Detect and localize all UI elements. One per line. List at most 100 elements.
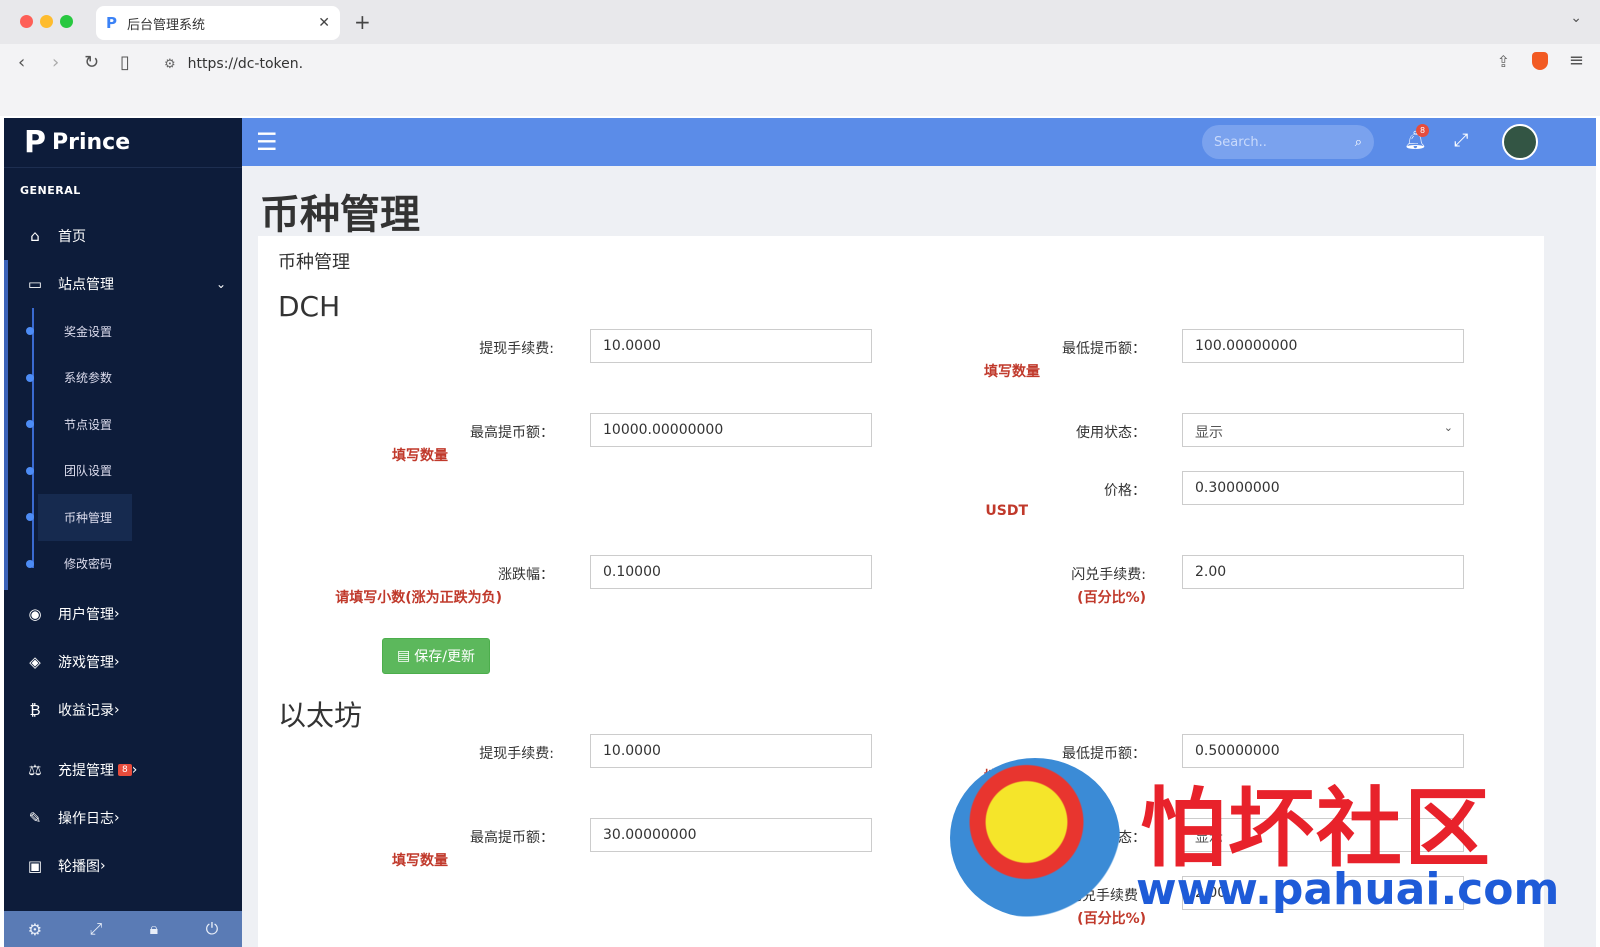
status-select[interactable]: 显示 ⌄ [1182, 413, 1464, 447]
sidebar-subitem-label: 修改密码 [64, 557, 113, 572]
sidebar-item-earnings[interactable]: ₿ 收益记录 › [4, 686, 242, 734]
minimize-window-icon[interactable] [40, 15, 53, 28]
search-input[interactable]: Search.. ⌕ [1202, 125, 1374, 159]
sidebar-subitem-password[interactable]: 修改密码 [26, 541, 242, 588]
withdraw-fee-input[interactable]: 10.0000 [590, 329, 872, 363]
max-withdraw-hint: 填写数量 [392, 448, 448, 464]
status-label: 使用状态： [1076, 830, 1146, 846]
back-icon[interactable]: ‹ [18, 52, 25, 73]
chevron-down-icon: ⌄ [1443, 421, 1453, 434]
min-withdraw-hint: 填写数量 [984, 769, 1040, 785]
sidebar-section-label: GENERAL [20, 184, 81, 197]
sidebar-item-label: 站点管理 [58, 277, 114, 293]
home-icon: ⌂ [30, 227, 40, 245]
brave-shield-icon[interactable] [1532, 52, 1548, 70]
sidebar-item-carousel[interactable]: ▣ 轮播图 › [4, 842, 242, 890]
brand-logo[interactable]: P Prince [4, 118, 242, 168]
sidebar-subitem-bonus[interactable]: 奖金设置 [26, 308, 242, 355]
lock-icon[interactable]: 🔒︎ [150, 919, 159, 939]
price-hint: USDT [985, 503, 1028, 519]
currency-card: 币种管理 DCH 提现手续费: 10.0000 最低提币额： 100.00000… [258, 236, 1544, 947]
max-withdraw-label: 最高提币额： [470, 425, 554, 441]
status-select[interactable]: 显示 ⌄ [1182, 818, 1464, 852]
tab-title: 后台管理系统 [127, 17, 206, 33]
sidebar-item-home[interactable]: ⌂ 首页 [4, 212, 242, 260]
save-button[interactable]: ▤ 保存/更新 [382, 638, 490, 674]
avatar[interactable] [1502, 124, 1538, 160]
top-navbar: ☰ Search.. ⌕ 🔔︎ 8 ⤢ [242, 118, 1596, 166]
gear-icon[interactable]: ⚙ [28, 920, 42, 939]
chevron-right-icon: › [114, 702, 120, 718]
max-withdraw-input[interactable]: 30.00000000 [590, 818, 872, 852]
chevron-right-icon: › [131, 762, 138, 778]
sidebar-subitem-label: 奖金设置 [64, 324, 113, 339]
bell-icon[interactable]: 🔔︎ 8 [1404, 124, 1429, 151]
sidebar-item-users[interactable]: ◉ 用户管理 › [4, 590, 242, 638]
share-icon[interactable]: ⇪ [1497, 52, 1510, 71]
chevron-down-icon: ⌄ [1443, 826, 1453, 839]
cube-icon: ◈ [29, 653, 41, 671]
sidebar-submenu: 奖金设置 系统参数 节点设置 团队设置 币种管理 修改密码 [4, 308, 242, 590]
swap-fee-input[interactable]: 2.00 [1182, 876, 1464, 910]
bullet-icon [26, 373, 34, 382]
coin-name: DCH [278, 290, 341, 323]
min-withdraw-input[interactable]: 100.00000000 [1182, 329, 1464, 363]
notification-badge: 8 [1416, 124, 1429, 137]
sidebar-subitem-label: 团队设置 [64, 464, 113, 479]
sidebar-item-logs[interactable]: ✎ 操作日志 › [4, 794, 242, 842]
chevron-right-icon: › [114, 654, 120, 670]
admin-app: P Prince GENERAL ⌂ 首页 ▭ 站点管理 ⌄ 奖金设置 系统参数… [4, 118, 1596, 947]
sidebar-item-games[interactable]: ◈ 游戏管理 › [4, 638, 242, 686]
balance-scale-icon: ⚖ [28, 761, 42, 779]
search-icon[interactable]: ⌕ [1355, 135, 1362, 150]
sidebar-item-deposits[interactable]: ⚖ 充提管理 8 › [4, 746, 242, 794]
swap-fee-hint: (百分比%) [1077, 590, 1146, 606]
site-settings-icon[interactable]: ⚙ [164, 57, 176, 72]
swap-fee-input[interactable]: 2.00 [1182, 555, 1464, 589]
maximize-window-icon[interactable] [60, 15, 73, 28]
sidebar-subitem-params[interactable]: 系统参数 [26, 355, 242, 402]
monitor-icon: ▭ [27, 275, 43, 293]
bullet-icon [26, 466, 34, 475]
address-bar[interactable]: ⚙ https://dc-token. [152, 50, 1512, 78]
sidebar-subitem-nodes[interactable]: 节点设置 [26, 401, 242, 448]
change-input[interactable]: 0.10000 [590, 555, 872, 589]
coin-name: 以太坊 [278, 699, 363, 732]
tab-bar: P 后台管理系统 ✕ + ⌄ [0, 0, 1600, 44]
page-title: 币种管理 [260, 192, 420, 238]
user-circle-icon: ◉ [28, 605, 42, 623]
browser-menu-icon[interactable]: ≡ [1569, 50, 1584, 71]
brand-name: Prince [52, 130, 131, 155]
max-withdraw-hint: 填写数量 [392, 853, 448, 869]
new-tab-icon[interactable]: + [354, 10, 371, 34]
save-icon: ▤ [397, 648, 411, 664]
forward-icon[interactable]: › [52, 52, 59, 73]
power-icon[interactable]: ⏻ [206, 919, 219, 939]
chevron-down-icon: ⌄ [215, 277, 226, 291]
min-withdraw-input[interactable]: 0.50000000 [1182, 734, 1464, 768]
browser-chrome: P 后台管理系统 ✕ + ⌄ ‹ › ↻ ▯ ⚙ https://dc-toke… [0, 0, 1600, 116]
swap-fee-hint: (百分比%) [1077, 911, 1146, 927]
bookmark-icon[interactable]: ▯ [120, 52, 130, 73]
url-text: https://dc-token. [187, 56, 304, 72]
max-withdraw-input[interactable]: 10000.00000000 [590, 413, 872, 447]
image-icon: ▣ [27, 857, 43, 875]
close-window-icon[interactable] [20, 15, 33, 28]
min-withdraw-label: 最低提币额： [1062, 341, 1146, 357]
sidebar-subitem-currency[interactable]: 币种管理 [26, 494, 132, 541]
withdraw-fee-input[interactable]: 10.0000 [590, 734, 872, 768]
sidebar-item-site-management[interactable]: ▭ 站点管理 ⌄ [4, 260, 242, 308]
min-withdraw-hint: 填写数量 [984, 364, 1040, 380]
tab-close-icon[interactable]: ✕ [318, 15, 330, 31]
price-input[interactable]: 0.30000000 [1182, 471, 1464, 505]
hamburger-menu-icon[interactable]: ☰ [256, 128, 278, 156]
tab-list-chevron-icon[interactable]: ⌄ [1570, 10, 1582, 26]
bitcoin-icon: ₿ [29, 701, 41, 719]
chevron-right-icon: › [114, 606, 120, 622]
browser-tab[interactable]: P 后台管理系统 ✕ [96, 6, 340, 40]
sidebar-item-label: 游戏管理 [58, 655, 114, 671]
fullscreen-icon[interactable]: ⤢ [1454, 130, 1468, 151]
expand-icon[interactable]: ⤢ [89, 919, 102, 939]
reload-icon[interactable]: ↻ [84, 52, 99, 73]
sidebar-item-label: 用户管理 [58, 607, 114, 623]
